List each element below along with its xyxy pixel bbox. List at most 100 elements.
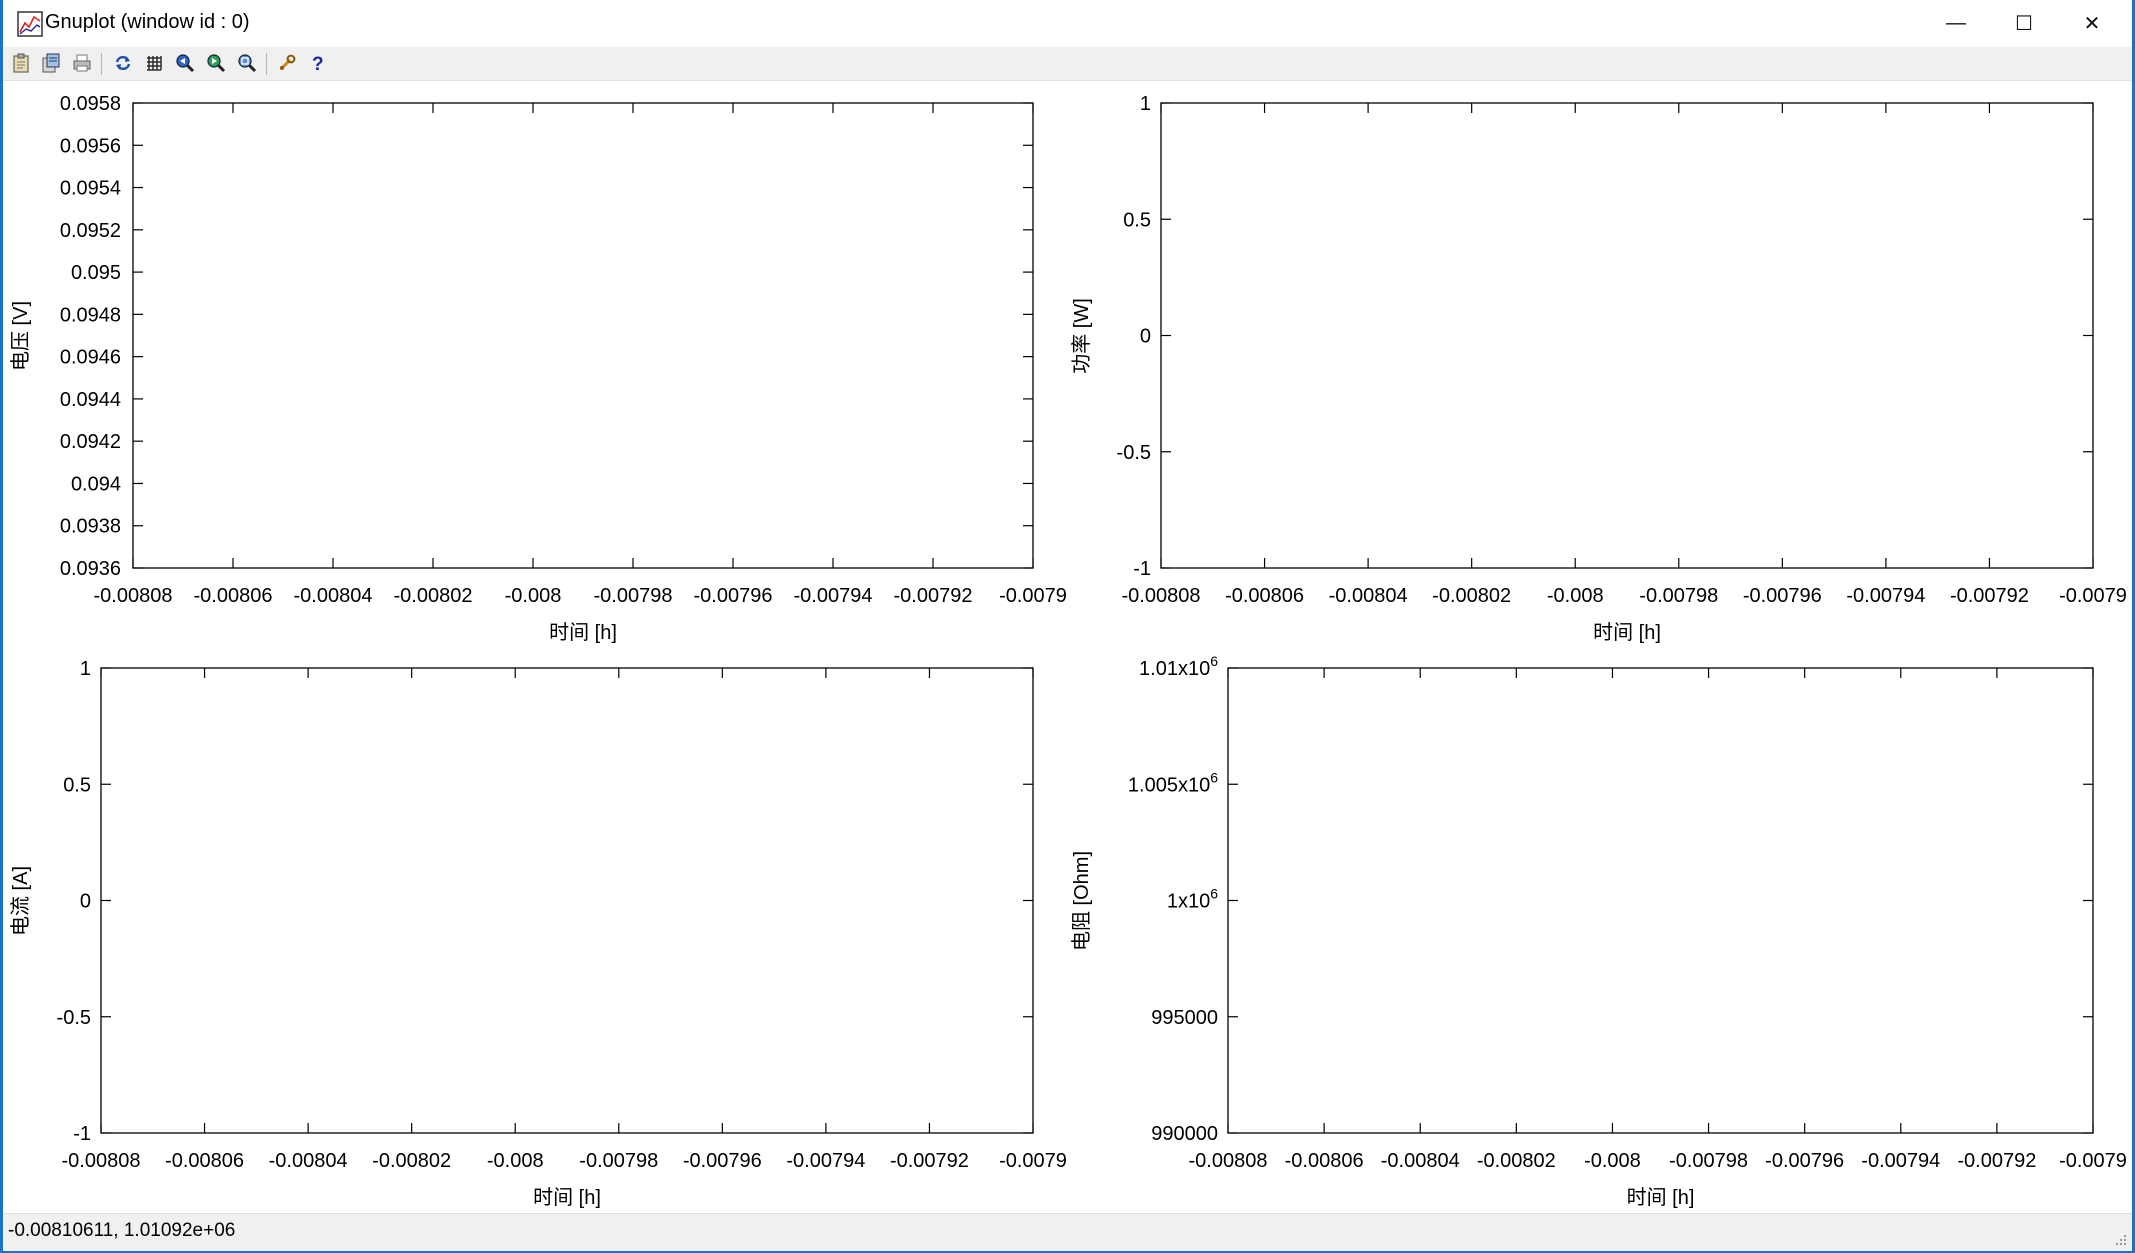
x-tick-label: -0.00792 xyxy=(894,585,973,607)
x-tick-label: -0.00798 xyxy=(579,1150,658,1172)
x-tick-label: -0.00792 xyxy=(890,1150,969,1172)
minimize-button[interactable]: — xyxy=(1922,0,1990,47)
zoom-previous-button[interactable] xyxy=(173,51,197,75)
y-tick-label: 0.0944 xyxy=(60,389,121,411)
copy-clipboard-button[interactable] xyxy=(9,51,33,75)
close-icon: ✕ xyxy=(2083,13,2101,35)
print-button[interactable] xyxy=(70,51,94,75)
y-tick-label: 0.0938 xyxy=(60,516,121,538)
x-tick-label: -0.008 xyxy=(487,1150,544,1172)
x-tick-label: -0.00798 xyxy=(1639,585,1718,607)
window-title: Gnuplot (window id : 0) xyxy=(45,11,250,33)
x-tick-label: -0.00794 xyxy=(786,1150,865,1172)
y-tick-label: -0.5 xyxy=(57,1007,91,1029)
y-tick-label: 0.0956 xyxy=(60,135,121,157)
options-button[interactable] xyxy=(275,51,299,75)
toolbar: ? xyxy=(3,47,2132,81)
title-bar[interactable]: Gnuplot (window id : 0) — ☐ ✕ xyxy=(3,0,2132,47)
y-tick-label: 0.0948 xyxy=(60,304,121,326)
grid-icon xyxy=(147,56,162,71)
y-tick-label: -1 xyxy=(1133,558,1151,580)
toolbar-separator xyxy=(266,53,267,75)
plot-border xyxy=(1227,667,2094,1134)
zoom-reset-button[interactable] xyxy=(235,51,259,75)
zoom-next-button[interactable] xyxy=(204,51,228,75)
y-tick-label: 995000 xyxy=(1151,1007,1218,1029)
y-tick-label: -1 xyxy=(73,1123,91,1145)
y-tick-label: 0.0942 xyxy=(60,431,121,453)
x-tick-label: -0.00794 xyxy=(794,585,873,607)
wrench-icon xyxy=(280,54,296,70)
x-tick-label: -0.00802 xyxy=(1477,1150,1556,1172)
x-tick-label: -0.00802 xyxy=(394,585,473,607)
maximize-button[interactable]: ☐ xyxy=(1990,0,2058,47)
x-tick-label: -0.00806 xyxy=(1285,1150,1364,1172)
y-tick-label: 1x106 xyxy=(1167,886,1218,913)
chart-panel-3[interactable]: -0.00808 -0.00806 -0.00804 -0.00802 -0.008 -0… xyxy=(9,658,1067,1209)
zoom-prev-icon xyxy=(176,54,195,73)
x-tick-label: -0.00808 xyxy=(1189,1150,1268,1172)
printer-icon xyxy=(73,54,91,72)
y-axis-label: 功率 [W] xyxy=(1070,298,1093,374)
x-tick-label: -0.00804 xyxy=(269,1150,348,1172)
y-tick-label: 1 xyxy=(80,658,91,680)
resize-grip-icon[interactable] xyxy=(2112,1231,2128,1247)
x-tick-label: -0.00792 xyxy=(1957,1150,2036,1172)
y-tick-label: 1.005x106 xyxy=(1128,769,1218,796)
x-tick-label: -0.00794 xyxy=(1846,585,1925,607)
replot-button[interactable] xyxy=(111,51,135,75)
x-tick-label: -0.008 xyxy=(1584,1150,1641,1172)
plot-border xyxy=(1160,102,2094,569)
gnuplot-window: Gnuplot (window id : 0) — ☐ ✕ ? -0.00808… xyxy=(3,0,2132,1251)
x-tick-label: -0.0079 xyxy=(999,585,1067,607)
zoom-next-icon xyxy=(207,54,226,73)
chart-panel-1[interactable]: -0.00808 -0.00806 -0.00804 -0.00802 -0.008 -0… xyxy=(9,93,1067,644)
x-axis-label: 时间 [h] xyxy=(533,1186,601,1209)
y-tick-label: 0.0946 xyxy=(60,347,121,369)
help-button[interactable]: ? xyxy=(305,51,329,75)
y-tick-label: -0.5 xyxy=(1117,442,1151,464)
x-axis-label: 时间 [h] xyxy=(1627,1186,1695,1209)
gnuplot-app-icon xyxy=(17,11,43,37)
x-tick-label: -0.0079 xyxy=(999,1150,1067,1172)
y-tick-label: 1 xyxy=(1140,93,1151,115)
x-tick-label: -0.00802 xyxy=(372,1150,451,1172)
x-tick-label: -0.00808 xyxy=(1122,585,1201,607)
grid-button[interactable] xyxy=(142,51,166,75)
x-tick-label: -0.0079 xyxy=(2059,585,2127,607)
chart-panel-4[interactable]: -0.00808 -0.00806 -0.00804 -0.00802 -0.008 -0… xyxy=(1070,653,2127,1209)
x-tick-label: -0.00804 xyxy=(1329,585,1408,607)
x-tick-label: -0.00806 xyxy=(194,585,273,607)
x-tick-label: -0.008 xyxy=(1547,585,1604,607)
refresh-icon xyxy=(115,55,131,71)
x-tick-label: -0.0079 xyxy=(2059,1150,2127,1172)
y-tick-label: 0.0958 xyxy=(60,93,121,115)
mouse-coordinates-readout: -0.00810611, 1.01092e+06 xyxy=(8,1220,236,1241)
x-tick-label: -0.00796 xyxy=(683,1150,762,1172)
y-tick-label: 0 xyxy=(80,891,91,913)
plot-border xyxy=(132,102,1034,569)
x-axis-label: 时间 [h] xyxy=(1593,621,1661,644)
y-tick-label: 0.5 xyxy=(63,774,91,796)
plot-area[interactable]: -0.00808 -0.00806 -0.00804 -0.00802 -0.008 -0… xyxy=(3,81,2132,1213)
x-axis-label: 时间 [h] xyxy=(549,621,617,644)
y-tick-label: 0.0952 xyxy=(60,220,121,242)
save-button[interactable] xyxy=(39,51,63,75)
x-tick-label: -0.00798 xyxy=(1669,1150,1748,1172)
plots-canvas[interactable]: -0.00808 -0.00806 -0.00804 -0.00802 -0.008 -0… xyxy=(3,81,2132,1213)
x-tick-label: -0.00796 xyxy=(694,585,773,607)
x-tick-label: -0.00804 xyxy=(294,585,373,607)
zoom-reset-icon xyxy=(238,54,257,73)
y-axis-label: 电流 [A] xyxy=(9,866,32,936)
x-tick-label: -0.00796 xyxy=(1765,1150,1844,1172)
chart-panel-2[interactable]: -0.00808 -0.00806 -0.00804 -0.00802 -0.008 -0… xyxy=(1070,93,2127,644)
close-button[interactable]: ✕ xyxy=(2058,0,2126,47)
x-tick-label: -0.00802 xyxy=(1432,585,1511,607)
svg-text:?: ? xyxy=(312,54,324,73)
y-axis-label: 电阻 [Ohm] xyxy=(1070,851,1093,951)
y-tick-label: 0.094 xyxy=(71,473,121,495)
help-icon: ? xyxy=(312,54,324,73)
y-axis-label: 电压 [V] xyxy=(9,301,32,371)
status-bar: -0.00810611, 1.01092e+06 xyxy=(3,1213,2132,1251)
clipboard-icon xyxy=(13,53,29,73)
